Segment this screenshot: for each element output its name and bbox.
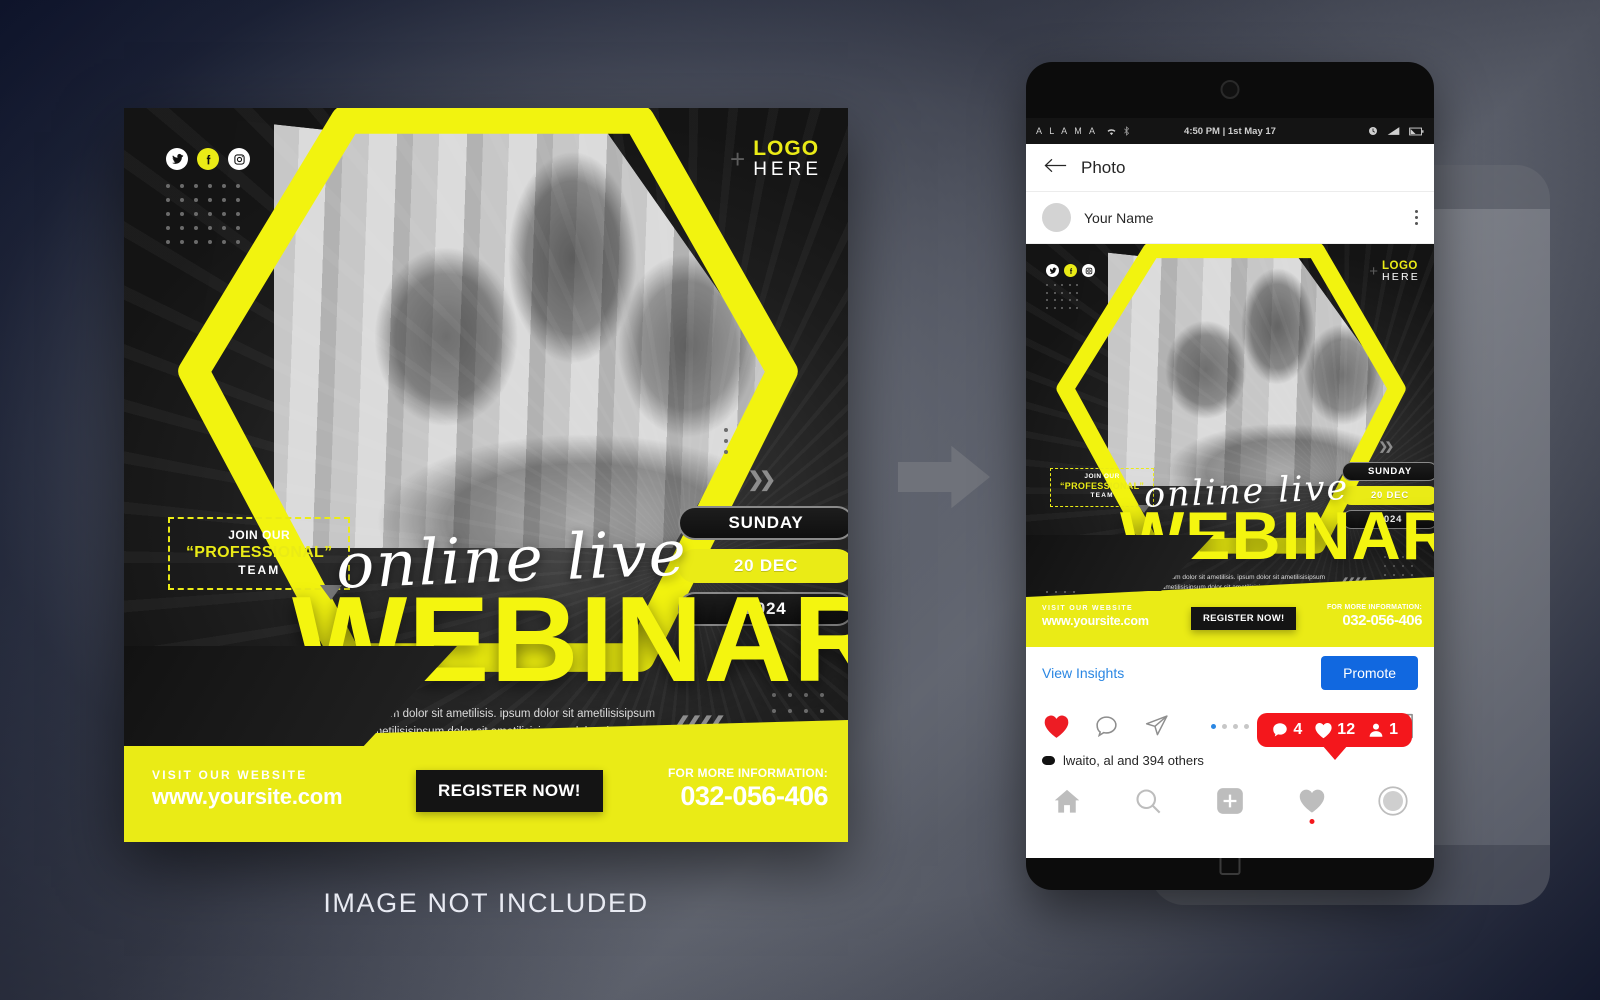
chevrons-top-right: ❯ ❯ xyxy=(747,469,776,491)
navbar-title: Photo xyxy=(1081,157,1126,177)
logo-line-1: LOGO xyxy=(753,137,820,160)
plus-icon[interactable] xyxy=(1213,784,1247,818)
post-author-name: Your Name xyxy=(1084,209,1154,226)
person-icon xyxy=(1369,723,1383,737)
home-icon[interactable] xyxy=(1050,784,1084,818)
mini-logo-plus-icon: + xyxy=(1369,263,1379,281)
footer-info-label: FOR MORE INFORMATION: xyxy=(668,766,828,780)
mini-instagram-icon xyxy=(1082,264,1095,277)
twitter-icon[interactable] xyxy=(166,148,188,170)
profile-icon[interactable] xyxy=(1376,784,1410,818)
comment-filled-icon xyxy=(1273,723,1288,737)
register-now-button[interactable]: REGISTER NOW! xyxy=(416,770,603,812)
mini-register-now-button: REGISTER NOW! xyxy=(1191,607,1297,630)
mini-logo-placeholder: + LOGO HERE xyxy=(1369,260,1420,284)
mini-join-line-2: “PROFESSIONAL” xyxy=(1060,481,1145,492)
footer-website-url: www.yoursite.com xyxy=(152,784,343,809)
phone-screen: A L A M A 4:50 PM | 1st May 17 Photo You… xyxy=(1026,118,1434,858)
logo-placeholder: + LOGO HERE xyxy=(730,137,822,181)
mini-footer-website: VISIT OUR WEBSITE www.yoursite.com xyxy=(1042,605,1149,628)
liked-by-avatar xyxy=(1042,756,1055,765)
heart-filled-small-icon xyxy=(1315,722,1332,738)
footer-contact: FOR MORE INFORMATION: 032-056-406 xyxy=(668,766,828,812)
date-pill-day: SUNDAY xyxy=(678,506,848,540)
mini-footer-info-label: FOR MORE INFORMATION: xyxy=(1326,604,1422,611)
status-bar: A L A M A 4:50 PM | 1st May 17 xyxy=(1026,118,1434,144)
image-not-included-caption: IMAGE NOT INCLUDED xyxy=(323,888,649,918)
carousel-pager[interactable] xyxy=(1211,723,1249,729)
arrow-left-icon[interactable] xyxy=(1044,157,1067,179)
mini-logo-line-2: HERE xyxy=(1382,271,1420,284)
status-time: 4:50 PM | 1st May 17 xyxy=(1184,125,1276,137)
instagram-icon[interactable] xyxy=(228,148,250,170)
social-icons[interactable] xyxy=(166,148,250,170)
join-line-1: JOIN OUR xyxy=(228,528,291,542)
comment-count: 4 xyxy=(1293,721,1303,738)
mini-footer-website-label: VISIT OUR WEBSITE xyxy=(1042,605,1133,612)
heart-icon[interactable] xyxy=(1295,784,1329,824)
bubble-likes: 12 xyxy=(1314,721,1355,739)
follower-count: 1 xyxy=(1389,721,1398,738)
heart-filled-icon[interactable] xyxy=(1042,712,1070,740)
carrier-label: A L A M A xyxy=(1036,126,1098,136)
battery-icon xyxy=(1409,127,1424,136)
bottom-tab-bar xyxy=(1026,774,1434,828)
mini-footer-phone-number: 032-056-406 xyxy=(1342,612,1422,629)
post-header: Your Name xyxy=(1026,192,1434,244)
avatar[interactable] xyxy=(1042,203,1071,232)
insights-row: View Insights Promote xyxy=(1026,647,1434,699)
phone-camera-icon xyxy=(1220,80,1240,99)
logo-plus-icon: + xyxy=(730,144,746,175)
footer-website-label: VISIT OUR WEBSITE xyxy=(152,768,308,782)
engagement-notification-bubble: 4 12 1 xyxy=(1257,713,1412,760)
search-icon[interactable] xyxy=(1131,784,1165,818)
mini-social-icons xyxy=(1046,264,1095,277)
like-count: 12 xyxy=(1337,721,1356,738)
view-insights-link[interactable]: View Insights xyxy=(1042,665,1124,681)
clock-icon xyxy=(1368,126,1378,136)
mini-poster-footer: VISIT OUR WEBSITE www.yoursite.com REGIS… xyxy=(1026,591,1434,647)
phone-mockup: A L A M A 4:50 PM | 1st May 17 Photo You… xyxy=(1026,62,1434,890)
bubble-comments: 4 xyxy=(1271,721,1302,739)
post-image-poster[interactable]: + LOGO HERE JOIN OUR “PROFESSIONAL” TEAM… xyxy=(1026,244,1434,647)
facebook-icon[interactable] xyxy=(197,148,219,170)
mini-facebook-icon xyxy=(1064,264,1077,277)
mini-date-pill-day: SUNDAY xyxy=(1342,462,1434,481)
notification-dot xyxy=(1309,819,1315,824)
poster-preview: + LOGO HERE JOIN OUR “PROFESSIONAL” TEAM… xyxy=(124,108,848,842)
app-navbar: Photo xyxy=(1026,144,1434,192)
mini-chevrons-top-right: ❯ ❯ xyxy=(1378,441,1394,453)
signal-icon xyxy=(1387,126,1400,136)
liked-by-text: lwaito, al and 394 others xyxy=(1063,753,1204,768)
promote-button[interactable]: Promote xyxy=(1321,656,1418,690)
footer-website: VISIT OUR WEBSITE www.yoursite.com xyxy=(152,768,343,810)
kebab-menu-icon[interactable] xyxy=(1415,210,1418,225)
liked-by-row: lwaito, al and 394 others xyxy=(1026,753,1434,774)
post-actions-row: 4 12 1 xyxy=(1026,699,1434,760)
mini-footer-website-url: www.yoursite.com xyxy=(1042,614,1149,628)
mini-footer-contact: FOR MORE INFORMATION: 032-056-406 xyxy=(1326,604,1423,629)
poster-footer: VISIT OUR WEBSITE www.yoursite.com REGIS… xyxy=(124,744,848,842)
send-icon[interactable] xyxy=(1142,712,1170,740)
wifi-icon xyxy=(1106,127,1117,136)
bluetooth-icon xyxy=(1123,126,1130,136)
logo-line-2: HERE xyxy=(753,159,822,181)
join-line-2: “PROFESSIONAL” xyxy=(186,544,333,561)
mini-join-line-1: JOIN OUR xyxy=(1084,473,1120,480)
bubble-followers: 1 xyxy=(1367,721,1398,739)
bubble-tail-icon xyxy=(1321,745,1348,760)
mini-twitter-icon xyxy=(1046,264,1059,277)
comment-icon[interactable] xyxy=(1092,712,1120,740)
poster-canvas: + LOGO HERE JOIN OUR “PROFESSIONAL” TEAM… xyxy=(124,108,848,842)
footer-phone-number: 032-056-406 xyxy=(680,781,828,811)
